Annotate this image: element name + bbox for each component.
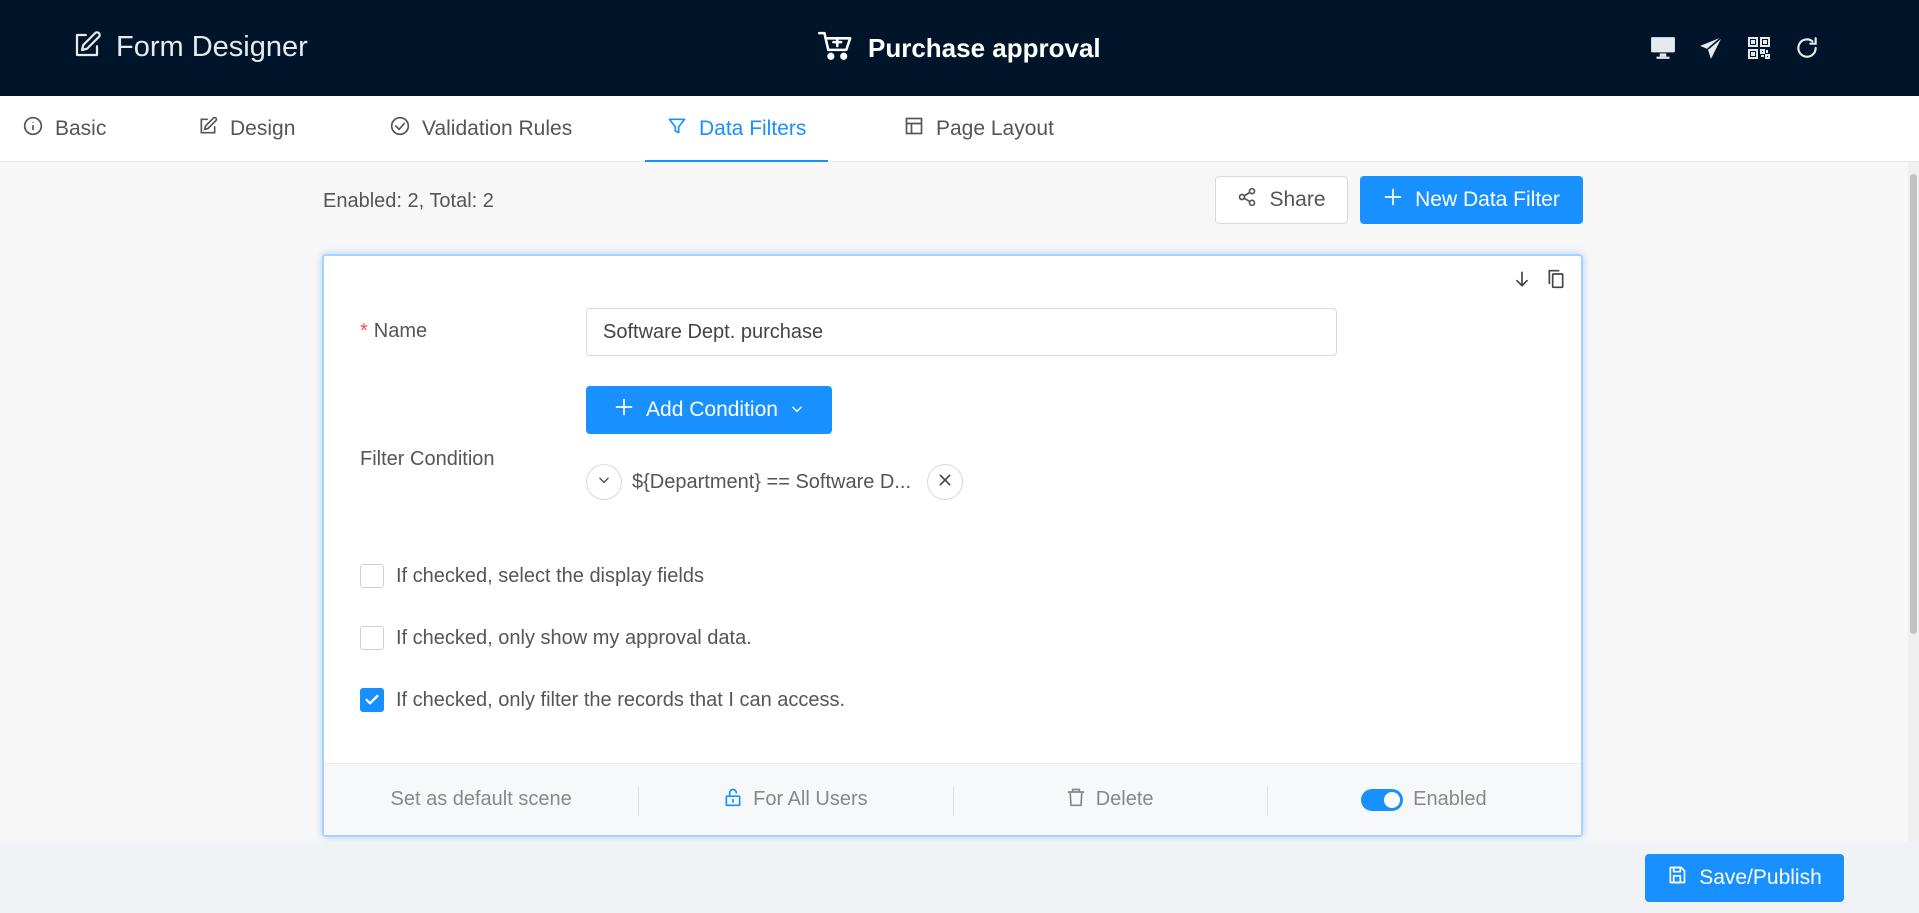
card-footer: Set as default scene For All Users Delet… bbox=[324, 763, 1581, 835]
plus-icon bbox=[1383, 187, 1403, 213]
checkbox-row-approval-data[interactable]: If checked, only show my approval data. bbox=[360, 626, 752, 650]
enabled-toggle[interactable] bbox=[1361, 788, 1404, 811]
accessible-records-checkbox[interactable] bbox=[360, 688, 384, 712]
new-data-filter-label: New Data Filter bbox=[1415, 188, 1560, 211]
display-fields-checkbox[interactable] bbox=[360, 564, 384, 588]
chevron-down-icon bbox=[597, 473, 611, 492]
page-title: Purchase approval bbox=[818, 30, 1101, 67]
name-label-text: Name bbox=[373, 320, 428, 342]
tab-design[interactable]: Design bbox=[198, 96, 295, 162]
tab-data-filters[interactable]: Data Filters bbox=[644, 96, 829, 163]
card-tools bbox=[1511, 268, 1567, 290]
refresh-icon[interactable] bbox=[1793, 34, 1821, 62]
vertical-scrollbar[interactable] bbox=[1908, 162, 1919, 842]
top-bar: Form Designer Purchase approval bbox=[0, 0, 1919, 96]
share-icon bbox=[1237, 187, 1257, 213]
required-marker: * bbox=[360, 320, 368, 342]
plus-icon bbox=[614, 397, 634, 423]
save-publish-button[interactable]: Save/Publish bbox=[1645, 854, 1844, 902]
tab-basic[interactable]: Basic bbox=[23, 96, 106, 162]
share-label: Share bbox=[1269, 188, 1326, 211]
desktop-preview-icon[interactable] bbox=[1649, 34, 1677, 62]
enabled-label: Enabled bbox=[1413, 788, 1487, 810]
name-field-label: * Name bbox=[360, 320, 427, 343]
share-button[interactable]: Share bbox=[1215, 176, 1348, 224]
chevron-down-icon bbox=[790, 398, 804, 422]
filter-condition-label: Filter Condition bbox=[360, 448, 495, 470]
add-condition-label: Add Condition bbox=[646, 398, 778, 421]
condition-item: ${Department} == Software D... bbox=[586, 463, 964, 501]
display-fields-label: If checked, select the display fields bbox=[396, 564, 704, 587]
checkbox-row-display-fields[interactable]: If checked, select the display fields bbox=[360, 564, 704, 588]
copy-icon[interactable] bbox=[1545, 268, 1567, 290]
save-publish-label: Save/Publish bbox=[1699, 866, 1822, 889]
layout-icon bbox=[904, 116, 924, 142]
app-brand: Form Designer bbox=[72, 30, 308, 65]
tab-validation-rules[interactable]: Validation Rules bbox=[390, 96, 572, 162]
tab-data-filters-label: Data Filters bbox=[699, 117, 807, 140]
approval-data-checkbox[interactable] bbox=[360, 626, 384, 650]
save-icon bbox=[1667, 865, 1687, 891]
close-icon bbox=[937, 472, 953, 493]
unlock-icon bbox=[723, 787, 743, 813]
shopping-cart-icon bbox=[818, 30, 854, 67]
send-icon[interactable] bbox=[1697, 34, 1725, 62]
bottom-bar bbox=[0, 842, 1919, 913]
qr-code-icon[interactable] bbox=[1745, 34, 1773, 62]
delete-button[interactable]: Delete bbox=[952, 764, 1267, 835]
filter-icon bbox=[667, 116, 687, 142]
set-default-scene-button[interactable]: Set as default scene bbox=[324, 764, 638, 835]
edit-form-icon bbox=[72, 30, 102, 65]
enabled-toggle-cell: Enabled bbox=[1266, 764, 1581, 835]
tab-basic-label: Basic bbox=[55, 117, 107, 140]
filter-card: *Name Filter Condition Add Condition ${D… bbox=[322, 254, 1583, 837]
expand-condition-button[interactable] bbox=[586, 464, 622, 500]
condition-expression: ${Department} == Software D... bbox=[632, 470, 912, 493]
checkbox-row-accessible-records[interactable]: If checked, only filter the records that… bbox=[360, 688, 845, 712]
for-all-users-label: For All Users bbox=[753, 788, 868, 810]
for-all-users-button[interactable]: For All Users bbox=[638, 764, 952, 835]
page-title-label: Purchase approval bbox=[868, 33, 1101, 63]
check-circle-icon bbox=[390, 116, 410, 142]
tab-page-layout[interactable]: Page Layout bbox=[904, 96, 1054, 162]
approval-data-label: If checked, only show my approval data. bbox=[396, 626, 752, 649]
set-default-scene-label: Set as default scene bbox=[390, 788, 572, 810]
tab-bar: Basic Design Validation Rules Data Filte… bbox=[0, 96, 1919, 163]
filter-stats: Enabled: 2, Total: 2 bbox=[323, 190, 494, 212]
add-condition-button[interactable]: Add Condition bbox=[586, 386, 832, 434]
remove-condition-button[interactable] bbox=[927, 464, 964, 500]
delete-label: Delete bbox=[1095, 788, 1154, 810]
header-actions bbox=[1649, 34, 1821, 62]
edit-icon bbox=[198, 116, 218, 142]
trash-icon bbox=[1066, 787, 1086, 813]
scrollbar-thumb[interactable] bbox=[1910, 174, 1917, 634]
tab-validation-rules-label: Validation Rules bbox=[422, 117, 573, 140]
info-icon bbox=[23, 116, 43, 142]
new-data-filter-button[interactable]: New Data Filter bbox=[1360, 176, 1583, 224]
tab-design-label: Design bbox=[230, 117, 296, 140]
filter-name-input[interactable] bbox=[586, 308, 1337, 356]
move-down-icon[interactable] bbox=[1511, 268, 1533, 290]
tab-page-layout-label: Page Layout bbox=[936, 117, 1054, 140]
app-title: Form Designer bbox=[116, 31, 308, 63]
accessible-records-label: If checked, only filter the records that… bbox=[396, 688, 846, 711]
